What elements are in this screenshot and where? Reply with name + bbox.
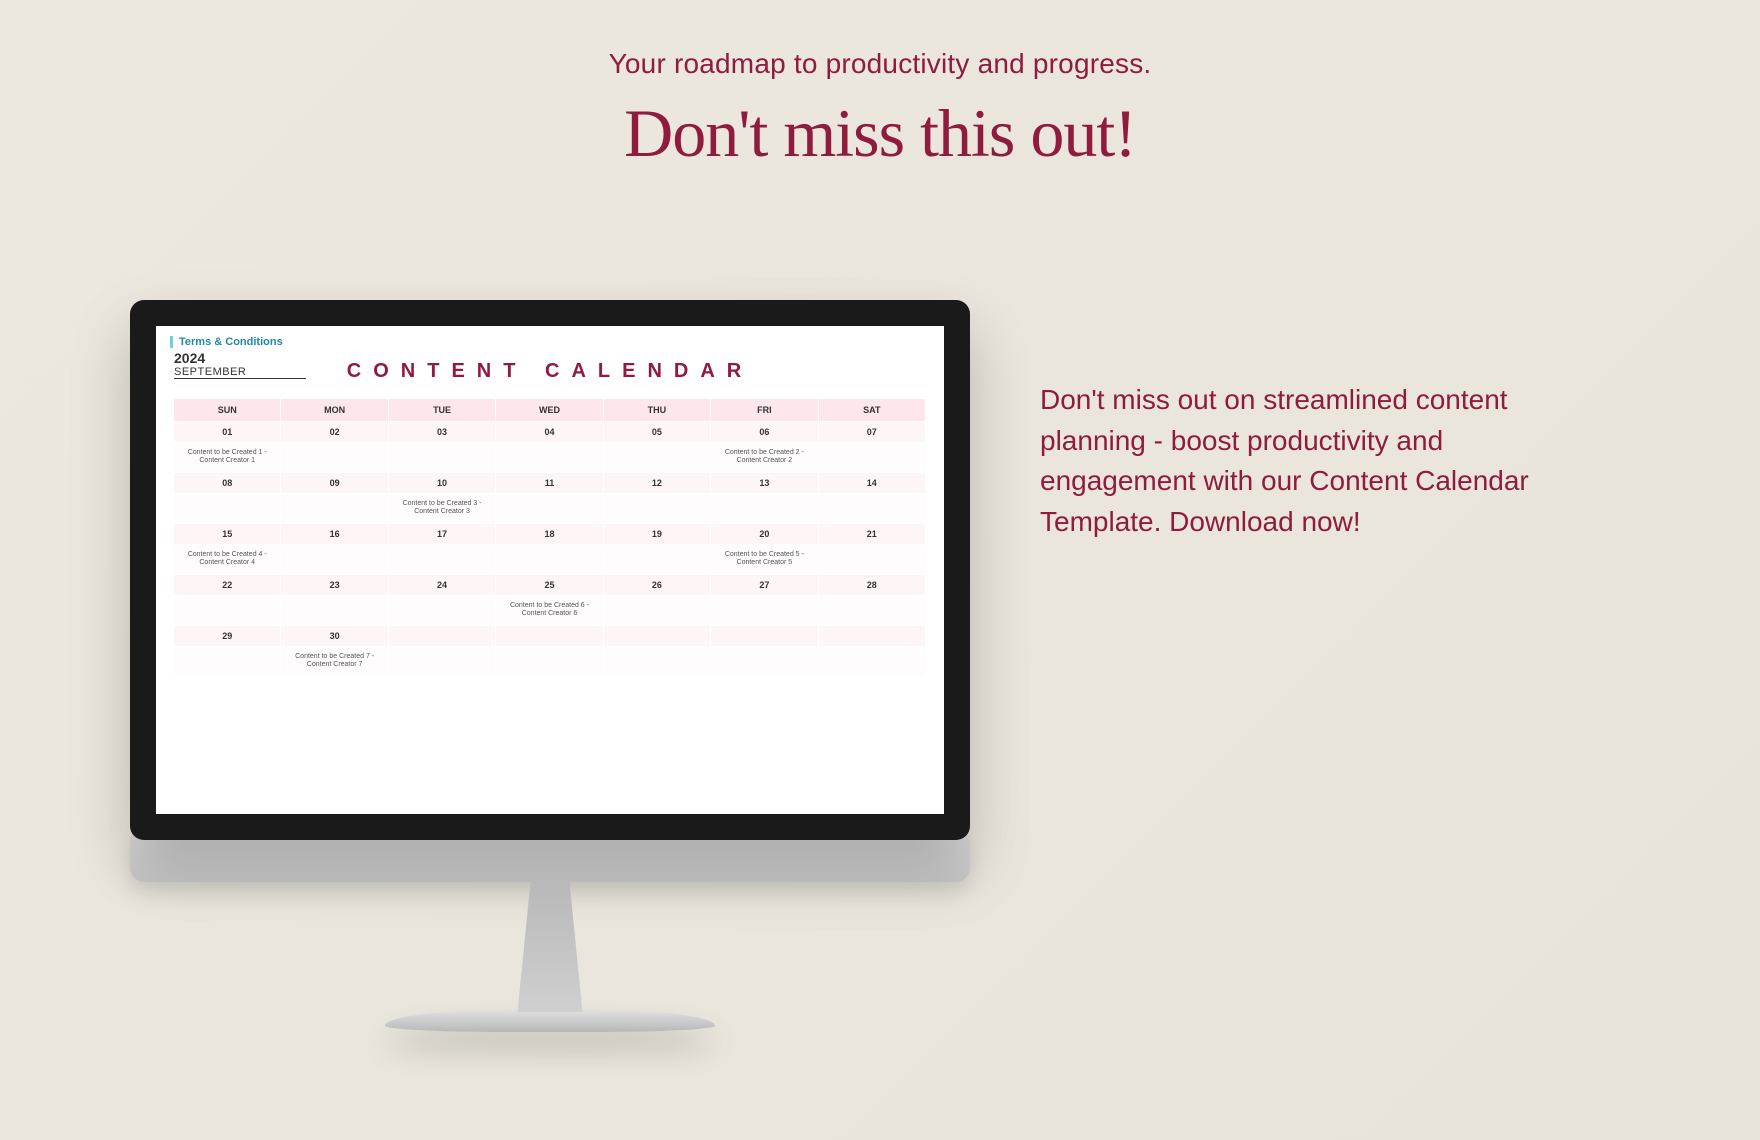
date-cell: 03 bbox=[389, 422, 496, 443]
content-cell bbox=[174, 494, 281, 524]
date-cell: 14 bbox=[819, 473, 926, 494]
content-cell bbox=[711, 494, 818, 524]
calendar-app: Terms & Conditions 2024 SEPTEMBER CONTEN… bbox=[156, 326, 944, 814]
calendar-title: CONTENT CALENDAR bbox=[156, 360, 944, 383]
day-header: FRI bbox=[711, 399, 818, 422]
date-cell: 26 bbox=[604, 575, 711, 596]
day-header: SAT bbox=[819, 399, 926, 422]
main-title: Don't miss this out! bbox=[0, 94, 1760, 173]
monitor-chin bbox=[130, 836, 970, 882]
content-cell bbox=[604, 443, 711, 473]
content-cell bbox=[389, 647, 496, 677]
date-cell: 05 bbox=[604, 422, 711, 443]
day-header: SUN bbox=[174, 399, 281, 422]
date-cell: 11 bbox=[496, 473, 603, 494]
content-cell bbox=[819, 647, 926, 677]
content-cell bbox=[281, 443, 388, 473]
content-cell: Content to be Created 4 - Content Creato… bbox=[174, 545, 281, 575]
date-cell: 23 bbox=[281, 575, 388, 596]
date-cell: 02 bbox=[281, 422, 388, 443]
date-cell: 17 bbox=[389, 524, 496, 545]
date-cell: 13 bbox=[711, 473, 818, 494]
date-cell: 01 bbox=[174, 422, 281, 443]
content-cell bbox=[604, 596, 711, 626]
content-cell: Content to be Created 3 - Content Creato… bbox=[389, 494, 496, 524]
date-cell: 09 bbox=[281, 473, 388, 494]
date-cell: 29 bbox=[174, 626, 281, 647]
content-cell: Content to be Created 7 - Content Creato… bbox=[281, 647, 388, 677]
content-cell bbox=[281, 596, 388, 626]
content-cell bbox=[711, 647, 818, 677]
content-cell bbox=[604, 545, 711, 575]
content-cell: Content to be Created 1 - Content Creato… bbox=[174, 443, 281, 473]
content-cell bbox=[281, 494, 388, 524]
calendar-grid: SUNMONTUEWEDTHUFRISAT01020304050607Conte… bbox=[174, 399, 926, 677]
date-cell: 12 bbox=[604, 473, 711, 494]
date-cell bbox=[819, 626, 926, 647]
content-cell bbox=[604, 494, 711, 524]
terms-conditions-label: Terms & Conditions bbox=[170, 336, 926, 348]
date-cell: 24 bbox=[389, 575, 496, 596]
date-cell: 18 bbox=[496, 524, 603, 545]
monitor-base bbox=[385, 1010, 715, 1032]
content-cell bbox=[174, 647, 281, 677]
date-cell: 08 bbox=[174, 473, 281, 494]
date-cell: 19 bbox=[604, 524, 711, 545]
content-cell bbox=[496, 443, 603, 473]
date-cell: 15 bbox=[174, 524, 281, 545]
content-cell bbox=[819, 545, 926, 575]
monitor-screen: Terms & Conditions 2024 SEPTEMBER CONTEN… bbox=[130, 300, 970, 840]
content-cell bbox=[389, 545, 496, 575]
content-cell bbox=[389, 443, 496, 473]
content-cell bbox=[496, 545, 603, 575]
date-cell: 07 bbox=[819, 422, 926, 443]
content-cell bbox=[604, 647, 711, 677]
body-copy: Don't miss out on streamlined content pl… bbox=[1040, 380, 1570, 542]
content-cell bbox=[819, 443, 926, 473]
date-cell bbox=[711, 626, 818, 647]
subtitle: Your roadmap to productivity and progres… bbox=[0, 48, 1760, 80]
date-cell bbox=[389, 626, 496, 647]
content-cell bbox=[819, 596, 926, 626]
date-cell: 20 bbox=[711, 524, 818, 545]
date-cell: 22 bbox=[174, 575, 281, 596]
date-cell bbox=[496, 626, 603, 647]
content-cell bbox=[281, 545, 388, 575]
content-cell bbox=[496, 494, 603, 524]
date-cell: 06 bbox=[711, 422, 818, 443]
date-cell: 16 bbox=[281, 524, 388, 545]
date-cell bbox=[604, 626, 711, 647]
date-cell: 04 bbox=[496, 422, 603, 443]
content-cell: Content to be Created 6 - Content Creato… bbox=[496, 596, 603, 626]
monitor-stand bbox=[485, 882, 615, 1012]
day-header: MON bbox=[281, 399, 388, 422]
content-cell bbox=[496, 647, 603, 677]
content-cell: Content to be Created 2 - Content Creato… bbox=[711, 443, 818, 473]
content-cell bbox=[711, 596, 818, 626]
date-cell: 21 bbox=[819, 524, 926, 545]
date-cell: 28 bbox=[819, 575, 926, 596]
content-cell bbox=[819, 494, 926, 524]
day-header: WED bbox=[496, 399, 603, 422]
day-header: TUE bbox=[389, 399, 496, 422]
day-header: THU bbox=[604, 399, 711, 422]
date-cell: 25 bbox=[496, 575, 603, 596]
headline-block: Your roadmap to productivity and progres… bbox=[0, 48, 1760, 173]
monitor-mockup: Terms & Conditions 2024 SEPTEMBER CONTEN… bbox=[130, 300, 970, 1032]
content-cell bbox=[174, 596, 281, 626]
date-cell: 27 bbox=[711, 575, 818, 596]
content-cell: Content to be Created 5 - Content Creato… bbox=[711, 545, 818, 575]
date-cell: 10 bbox=[389, 473, 496, 494]
date-cell: 30 bbox=[281, 626, 388, 647]
content-cell bbox=[389, 596, 496, 626]
